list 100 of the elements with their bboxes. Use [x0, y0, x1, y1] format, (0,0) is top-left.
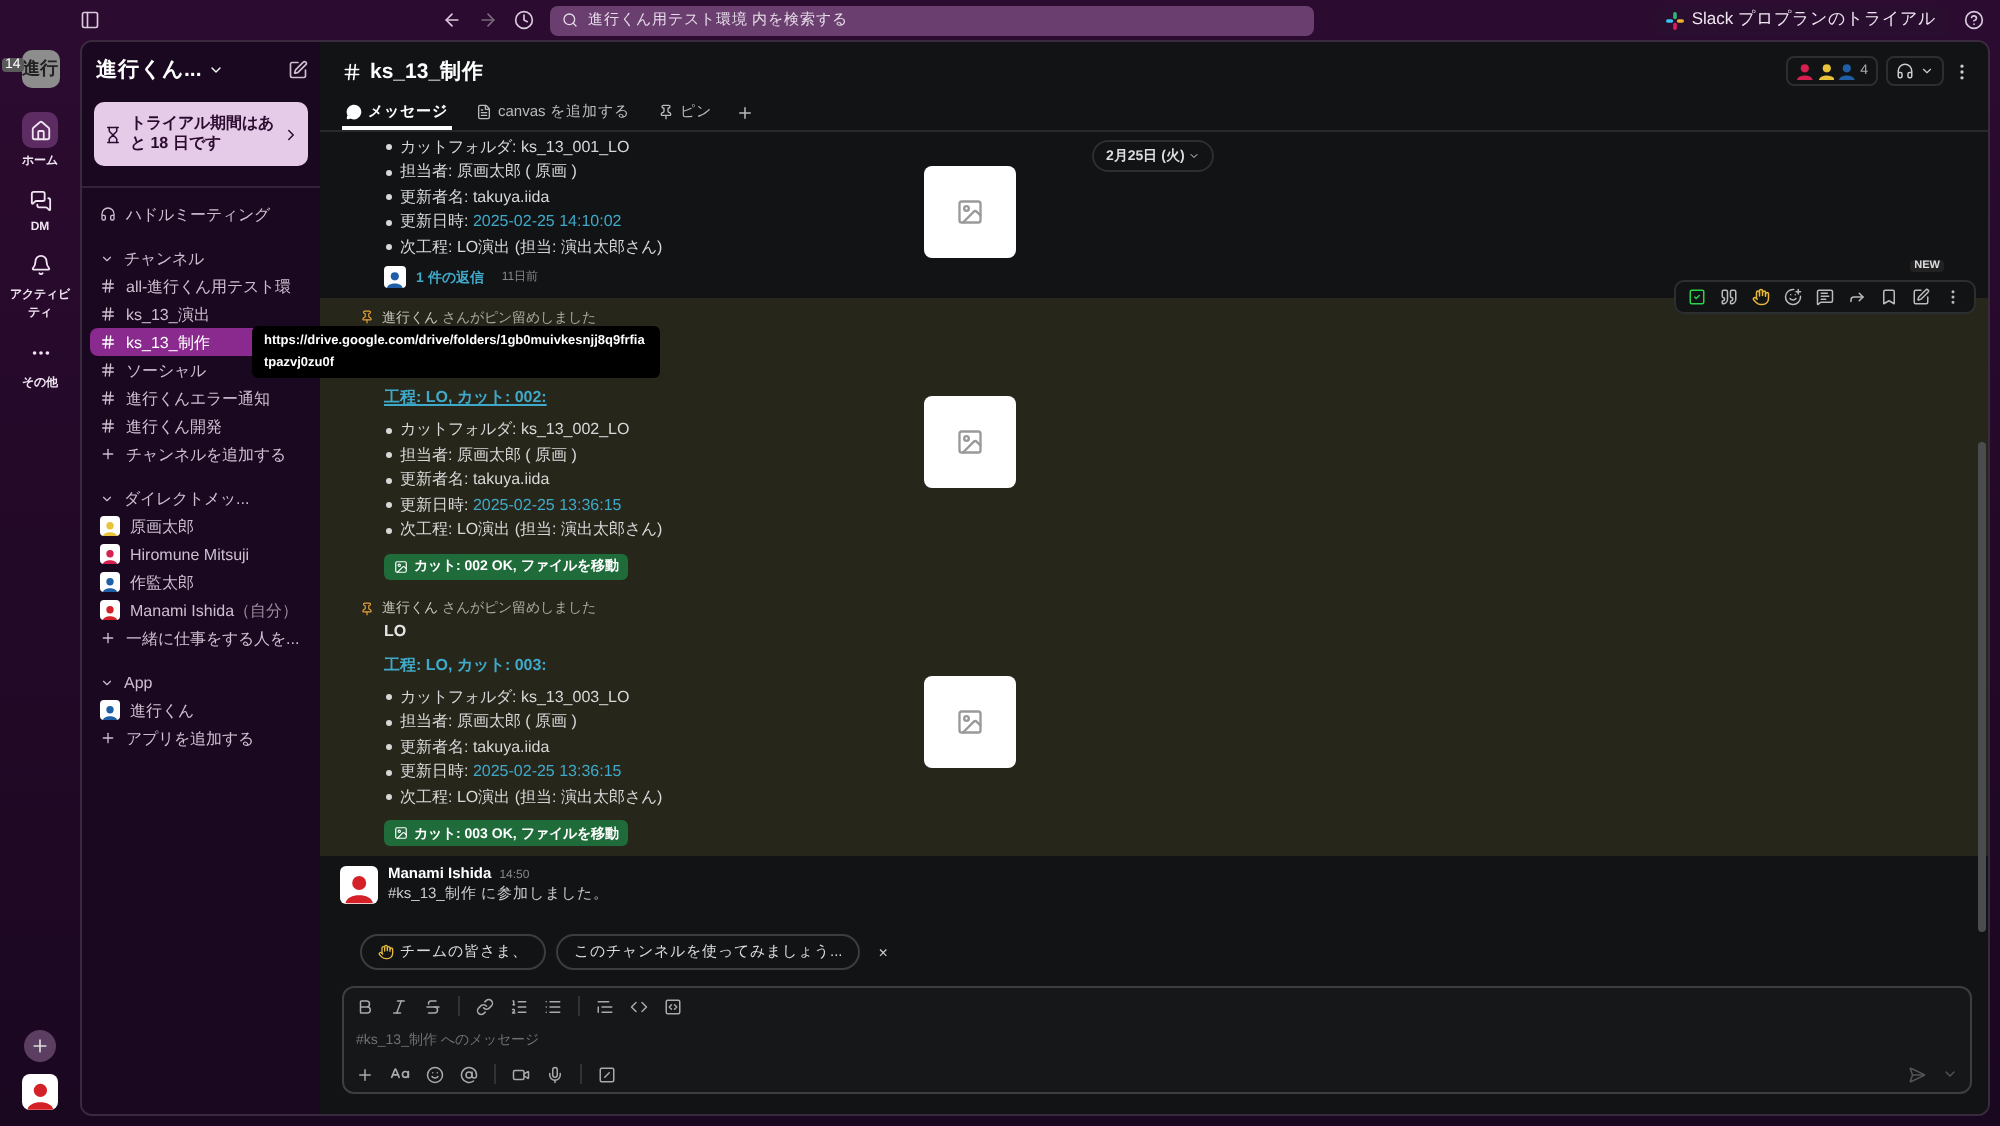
add-tab-icon[interactable]	[735, 104, 754, 122]
chevron-right-icon	[282, 125, 300, 143]
huddle-button[interactable]	[1886, 56, 1944, 86]
avatar-icon	[386, 269, 404, 288]
user-avatar	[340, 866, 378, 904]
close-button[interactable]: ×	[870, 943, 896, 961]
chevron-down-icon	[100, 491, 114, 505]
add-reaction-icon[interactable]	[1784, 288, 1802, 306]
chevron-down-icon	[100, 675, 114, 689]
image-icon	[394, 826, 408, 840]
video-icon[interactable]	[512, 1065, 530, 1083]
bullet-item: 更新者名: takuya.iida	[384, 468, 924, 491]
post-link[interactable]: 工程: LO, カット: 002:	[384, 386, 547, 408]
search-icon	[562, 12, 578, 28]
workspace-name[interactable]: 進行くん...	[96, 56, 224, 84]
trial-button[interactable]: Slack プロプランのトライアル	[1653, 5, 1948, 35]
chevron-down-icon	[100, 251, 114, 265]
sidebar-item[interactable]: all-進行くん用テスト環	[90, 272, 312, 300]
workspace-icon[interactable]: 進行	[21, 50, 59, 88]
sidebar-toggle-icon[interactable]	[80, 10, 100, 30]
numbered-list-icon[interactable]	[510, 997, 528, 1015]
bookmark-icon[interactable]	[1880, 288, 1898, 306]
pin-icon	[657, 103, 674, 119]
bulleted-list-icon[interactable]	[544, 997, 562, 1015]
plus-icon	[100, 446, 116, 462]
bullet-item: 次工程: LO演出 (担当: 演出太郎さん)	[384, 235, 924, 258]
bullet-item: カットフォルダ: ks_13_003_LO	[384, 685, 924, 708]
hash-icon	[100, 390, 116, 406]
shortcut-icon[interactable]	[598, 1065, 616, 1083]
huddle-item[interactable]: ハドルミーティング	[90, 200, 312, 228]
mention-icon[interactable]	[460, 1065, 478, 1083]
sidebar-item[interactable]: ks_13_演出	[90, 300, 312, 328]
sidebar-item[interactable]: 原画太郎	[90, 512, 312, 540]
plus-icon	[100, 630, 116, 646]
strikethrough-icon[interactable]	[424, 997, 442, 1015]
sidebar-item[interactable]: 進行くん	[90, 696, 312, 724]
italic-icon[interactable]	[390, 997, 408, 1015]
bullet-item: 更新日時: 2025-02-25 13:36:15	[384, 493, 924, 516]
caret-icon	[1920, 64, 1934, 78]
bullet-item: 更新日時: 2025-02-25 13:36:15	[384, 760, 924, 783]
section-header[interactable]: チャンネル	[90, 244, 312, 272]
forward-icon[interactable]	[478, 10, 498, 30]
hash-icon	[100, 334, 116, 350]
compose-icon[interactable]	[288, 60, 308, 80]
hand-icon[interactable]	[1752, 288, 1770, 306]
blockquote-icon[interactable]	[596, 997, 614, 1015]
code-block-icon[interactable]	[664, 997, 682, 1015]
reply-icon[interactable]	[1816, 288, 1834, 306]
image-placeholder[interactable]	[924, 675, 1016, 768]
formatting-icon[interactable]	[390, 1064, 410, 1084]
edit-icon[interactable]	[1912, 288, 1930, 306]
hash-icon	[100, 362, 116, 378]
image-icon	[394, 559, 408, 573]
message-icon	[346, 103, 362, 119]
check-icon[interactable]	[1688, 288, 1706, 306]
post-link[interactable]: 工程: LO, カット: 003:	[384, 653, 547, 675]
share-icon[interactable]	[1848, 288, 1866, 306]
add-button[interactable]	[24, 1030, 56, 1062]
back-icon[interactable]	[442, 10, 462, 30]
sidebar-item[interactable]: 作監太郎	[90, 568, 312, 596]
image-placeholder[interactable]	[924, 165, 1016, 258]
code-icon[interactable]	[630, 997, 648, 1015]
help-icon[interactable]	[1964, 10, 1984, 30]
user-avatar[interactable]	[22, 1074, 58, 1110]
quote-icon[interactable]	[1720, 288, 1738, 306]
add-item[interactable]: チャンネルを追加する	[90, 440, 312, 468]
bullet-item: 更新日時: 2025-02-25 14:10:02	[384, 210, 924, 233]
date-link[interactable]: 2025-02-25 13:36:15	[472, 762, 622, 780]
sidebar-item[interactable]: Hiromune Mitsuji	[90, 540, 312, 568]
section-header[interactable]: App	[90, 668, 312, 696]
section-header[interactable]: ダイレクトメッ...	[90, 484, 312, 512]
link-icon[interactable]	[476, 997, 494, 1015]
image-icon	[956, 197, 984, 226]
channel-title: ks_13_制作	[370, 57, 485, 85]
avatar-icon	[1838, 61, 1857, 81]
plus-icon[interactable]	[356, 1065, 374, 1083]
add-item[interactable]: 一緒に仕事をする人を...	[90, 624, 312, 652]
hash-icon	[100, 278, 116, 294]
bullet-item: 担当者: 原画太郎 ( 原画 )	[384, 710, 924, 733]
microphone-icon[interactable]	[546, 1065, 564, 1083]
sidebar-item[interactable]: Manami Ishida（自分）	[90, 596, 312, 624]
bullet-item: 更新者名: takuya.iida	[384, 185, 924, 208]
avatar-icon	[1795, 61, 1813, 81]
send-icon[interactable]	[1908, 1065, 1926, 1083]
date-link[interactable]: 2025-02-25 13:36:15	[472, 495, 622, 513]
add-item[interactable]: アプリを追加する	[90, 724, 312, 752]
bold-icon[interactable]	[356, 997, 374, 1015]
trial-banner[interactable]: トライアル期間はあと 18 日です	[94, 102, 308, 166]
bullet-item: カットフォルダ: ks_13_002_LO	[384, 418, 924, 441]
emoji-icon[interactable]	[426, 1065, 444, 1083]
hash-icon	[342, 61, 362, 81]
sidebar-item[interactable]: 進行くん開発	[90, 412, 312, 440]
history-icon[interactable]	[514, 10, 534, 30]
bell-icon	[29, 253, 51, 275]
image-placeholder[interactable]	[924, 396, 1016, 489]
caret-icon[interactable]	[1942, 1066, 1958, 1082]
bullet-item: 担当者: 原画太郎 ( 原画 )	[384, 443, 924, 466]
messages-icon	[29, 189, 51, 211]
date-link[interactable]: 2025-02-25 14:10:02	[472, 212, 622, 230]
sidebar-item[interactable]: 進行くんエラー通知	[90, 384, 312, 412]
